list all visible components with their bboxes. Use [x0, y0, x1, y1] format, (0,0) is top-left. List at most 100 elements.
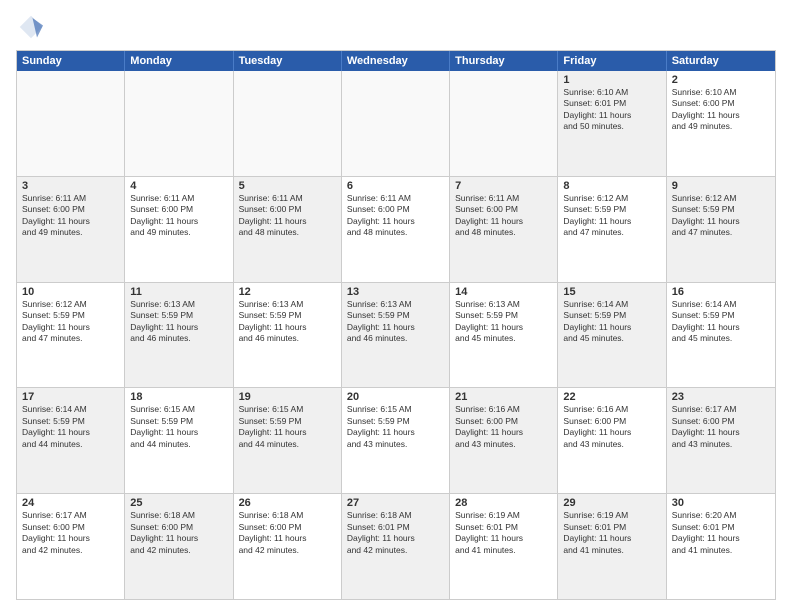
- cell-info: Sunrise: 6:13 AM Sunset: 5:59 PM Dayligh…: [239, 299, 336, 345]
- day-number: 20: [347, 391, 444, 403]
- calendar-cell: 13Sunrise: 6:13 AM Sunset: 5:59 PM Dayli…: [342, 283, 450, 388]
- cell-info: Sunrise: 6:17 AM Sunset: 6:00 PM Dayligh…: [22, 510, 119, 556]
- cell-info: Sunrise: 6:14 AM Sunset: 5:59 PM Dayligh…: [563, 299, 660, 345]
- day-number: 7: [455, 180, 552, 192]
- col-header-thursday: Thursday: [450, 51, 558, 71]
- cell-info: Sunrise: 6:19 AM Sunset: 6:01 PM Dayligh…: [563, 510, 660, 556]
- calendar-cell: [17, 71, 125, 176]
- calendar-cell: 10Sunrise: 6:12 AM Sunset: 5:59 PM Dayli…: [17, 283, 125, 388]
- cell-info: Sunrise: 6:18 AM Sunset: 6:00 PM Dayligh…: [130, 510, 227, 556]
- cell-info: Sunrise: 6:18 AM Sunset: 6:00 PM Dayligh…: [239, 510, 336, 556]
- col-header-saturday: Saturday: [667, 51, 775, 71]
- day-number: 21: [455, 391, 552, 403]
- calendar-cell: 27Sunrise: 6:18 AM Sunset: 6:01 PM Dayli…: [342, 494, 450, 599]
- calendar: SundayMondayTuesdayWednesdayThursdayFrid…: [16, 50, 776, 600]
- cell-info: Sunrise: 6:19 AM Sunset: 6:01 PM Dayligh…: [455, 510, 552, 556]
- calendar-cell: 28Sunrise: 6:19 AM Sunset: 6:01 PM Dayli…: [450, 494, 558, 599]
- calendar-row-5: 24Sunrise: 6:17 AM Sunset: 6:00 PM Dayli…: [17, 493, 775, 599]
- calendar-cell: 9Sunrise: 6:12 AM Sunset: 5:59 PM Daylig…: [667, 177, 775, 282]
- calendar-cell: 23Sunrise: 6:17 AM Sunset: 6:00 PM Dayli…: [667, 388, 775, 493]
- calendar-cell: 29Sunrise: 6:19 AM Sunset: 6:01 PM Dayli…: [558, 494, 666, 599]
- calendar-cell: 17Sunrise: 6:14 AM Sunset: 5:59 PM Dayli…: [17, 388, 125, 493]
- calendar-cell: 25Sunrise: 6:18 AM Sunset: 6:00 PM Dayli…: [125, 494, 233, 599]
- calendar-row-3: 10Sunrise: 6:12 AM Sunset: 5:59 PM Dayli…: [17, 282, 775, 388]
- cell-info: Sunrise: 6:12 AM Sunset: 5:59 PM Dayligh…: [22, 299, 119, 345]
- day-number: 4: [130, 180, 227, 192]
- day-number: 24: [22, 497, 119, 509]
- calendar-cell: 8Sunrise: 6:12 AM Sunset: 5:59 PM Daylig…: [558, 177, 666, 282]
- cell-info: Sunrise: 6:11 AM Sunset: 6:00 PM Dayligh…: [347, 193, 444, 239]
- col-header-wednesday: Wednesday: [342, 51, 450, 71]
- day-number: 29: [563, 497, 660, 509]
- cell-info: Sunrise: 6:11 AM Sunset: 6:00 PM Dayligh…: [455, 193, 552, 239]
- calendar-cell: 18Sunrise: 6:15 AM Sunset: 5:59 PM Dayli…: [125, 388, 233, 493]
- cell-info: Sunrise: 6:16 AM Sunset: 6:00 PM Dayligh…: [563, 404, 660, 450]
- day-number: 2: [672, 74, 770, 86]
- calendar-cell: 15Sunrise: 6:14 AM Sunset: 5:59 PM Dayli…: [558, 283, 666, 388]
- day-number: 9: [672, 180, 770, 192]
- day-number: 12: [239, 286, 336, 298]
- calendar-cell: 30Sunrise: 6:20 AM Sunset: 6:01 PM Dayli…: [667, 494, 775, 599]
- cell-info: Sunrise: 6:18 AM Sunset: 6:01 PM Dayligh…: [347, 510, 444, 556]
- cell-info: Sunrise: 6:12 AM Sunset: 5:59 PM Dayligh…: [563, 193, 660, 239]
- calendar-cell: [450, 71, 558, 176]
- logo-icon: [16, 12, 46, 42]
- col-header-friday: Friday: [558, 51, 666, 71]
- cell-info: Sunrise: 6:17 AM Sunset: 6:00 PM Dayligh…: [672, 404, 770, 450]
- cell-info: Sunrise: 6:16 AM Sunset: 6:00 PM Dayligh…: [455, 404, 552, 450]
- calendar-cell: 7Sunrise: 6:11 AM Sunset: 6:00 PM Daylig…: [450, 177, 558, 282]
- cell-info: Sunrise: 6:10 AM Sunset: 6:00 PM Dayligh…: [672, 87, 770, 133]
- day-number: 10: [22, 286, 119, 298]
- day-number: 16: [672, 286, 770, 298]
- calendar-cell: 24Sunrise: 6:17 AM Sunset: 6:00 PM Dayli…: [17, 494, 125, 599]
- calendar-header: SundayMondayTuesdayWednesdayThursdayFrid…: [17, 51, 775, 71]
- day-number: 26: [239, 497, 336, 509]
- day-number: 18: [130, 391, 227, 403]
- cell-info: Sunrise: 6:10 AM Sunset: 6:01 PM Dayligh…: [563, 87, 660, 133]
- calendar-row-1: 1Sunrise: 6:10 AM Sunset: 6:01 PM Daylig…: [17, 71, 775, 176]
- calendar-cell: 22Sunrise: 6:16 AM Sunset: 6:00 PM Dayli…: [558, 388, 666, 493]
- header: [16, 12, 776, 42]
- cell-info: Sunrise: 6:12 AM Sunset: 5:59 PM Dayligh…: [672, 193, 770, 239]
- calendar-cell: 26Sunrise: 6:18 AM Sunset: 6:00 PM Dayli…: [234, 494, 342, 599]
- calendar-cell: 11Sunrise: 6:13 AM Sunset: 5:59 PM Dayli…: [125, 283, 233, 388]
- day-number: 14: [455, 286, 552, 298]
- calendar-cell: 21Sunrise: 6:16 AM Sunset: 6:00 PM Dayli…: [450, 388, 558, 493]
- cell-info: Sunrise: 6:13 AM Sunset: 5:59 PM Dayligh…: [347, 299, 444, 345]
- calendar-cell: 16Sunrise: 6:14 AM Sunset: 5:59 PM Dayli…: [667, 283, 775, 388]
- calendar-body: 1Sunrise: 6:10 AM Sunset: 6:01 PM Daylig…: [17, 71, 775, 599]
- day-number: 19: [239, 391, 336, 403]
- day-number: 13: [347, 286, 444, 298]
- cell-info: Sunrise: 6:20 AM Sunset: 6:01 PM Dayligh…: [672, 510, 770, 556]
- day-number: 11: [130, 286, 227, 298]
- col-header-sunday: Sunday: [17, 51, 125, 71]
- day-number: 17: [22, 391, 119, 403]
- day-number: 28: [455, 497, 552, 509]
- cell-info: Sunrise: 6:14 AM Sunset: 5:59 PM Dayligh…: [672, 299, 770, 345]
- calendar-cell: 5Sunrise: 6:11 AM Sunset: 6:00 PM Daylig…: [234, 177, 342, 282]
- day-number: 8: [563, 180, 660, 192]
- cell-info: Sunrise: 6:15 AM Sunset: 5:59 PM Dayligh…: [347, 404, 444, 450]
- day-number: 27: [347, 497, 444, 509]
- cell-info: Sunrise: 6:15 AM Sunset: 5:59 PM Dayligh…: [130, 404, 227, 450]
- calendar-cell: 1Sunrise: 6:10 AM Sunset: 6:01 PM Daylig…: [558, 71, 666, 176]
- cell-info: Sunrise: 6:11 AM Sunset: 6:00 PM Dayligh…: [22, 193, 119, 239]
- calendar-cell: 14Sunrise: 6:13 AM Sunset: 5:59 PM Dayli…: [450, 283, 558, 388]
- page: SundayMondayTuesdayWednesdayThursdayFrid…: [0, 0, 792, 612]
- calendar-cell: [342, 71, 450, 176]
- col-header-tuesday: Tuesday: [234, 51, 342, 71]
- day-number: 23: [672, 391, 770, 403]
- day-number: 25: [130, 497, 227, 509]
- calendar-cell: 3Sunrise: 6:11 AM Sunset: 6:00 PM Daylig…: [17, 177, 125, 282]
- day-number: 1: [563, 74, 660, 86]
- col-header-monday: Monday: [125, 51, 233, 71]
- calendar-cell: 12Sunrise: 6:13 AM Sunset: 5:59 PM Dayli…: [234, 283, 342, 388]
- calendar-cell: 20Sunrise: 6:15 AM Sunset: 5:59 PM Dayli…: [342, 388, 450, 493]
- day-number: 5: [239, 180, 336, 192]
- cell-info: Sunrise: 6:14 AM Sunset: 5:59 PM Dayligh…: [22, 404, 119, 450]
- day-number: 3: [22, 180, 119, 192]
- calendar-cell: 19Sunrise: 6:15 AM Sunset: 5:59 PM Dayli…: [234, 388, 342, 493]
- calendar-cell: 2Sunrise: 6:10 AM Sunset: 6:00 PM Daylig…: [667, 71, 775, 176]
- cell-info: Sunrise: 6:15 AM Sunset: 5:59 PM Dayligh…: [239, 404, 336, 450]
- cell-info: Sunrise: 6:13 AM Sunset: 5:59 PM Dayligh…: [130, 299, 227, 345]
